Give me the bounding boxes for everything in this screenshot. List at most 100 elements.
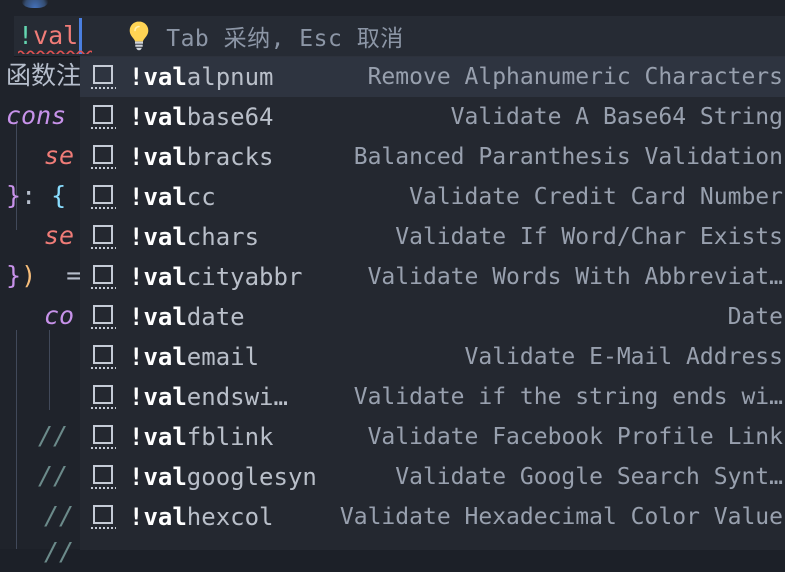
completion-item[interactable]: !valgooglesyn Validate Google Search Synt… (80, 457, 785, 497)
snippet-icon (91, 384, 117, 410)
completion-detail: Validate if the string ends wi… (354, 383, 785, 411)
code-token: { (51, 181, 66, 210)
completion-label-rest: bracks (187, 143, 274, 171)
completion-detail: Balanced Paranthesis Validation (354, 143, 785, 171)
completion-item[interactable]: !valemail Validate E-Mail Address (80, 337, 785, 377)
inline-suggestion-bar: !val Tab 采纳, Esc 取消 (14, 16, 785, 56)
completion-label-rest: cityabbr (187, 263, 303, 291)
code-token: // (38, 421, 68, 450)
completion-label-rest: googlesyn (187, 463, 317, 491)
code-token: // (44, 537, 74, 566)
completion-label-match: !val (129, 143, 187, 171)
code-line: }: { (6, 176, 66, 216)
completion-label-rest: fblink (187, 423, 274, 451)
lightbulb-icon[interactable] (126, 20, 152, 52)
completion-label-match: !val (129, 63, 187, 91)
completion-item[interactable]: !valfblink Validate Facebook Profile Link (80, 417, 785, 457)
completion-detail: Remove Alphanumeric Characters (368, 63, 785, 91)
completion-label: !valhexcol (129, 503, 274, 531)
snippet-icon (91, 264, 117, 290)
completion-detail: Date (728, 303, 785, 331)
typed-text-region[interactable]: !val (14, 16, 82, 56)
code-line: // (44, 496, 74, 536)
completion-label-match: !val (129, 223, 187, 251)
completion-label: !valalpnum (129, 63, 274, 91)
completion-item[interactable]: !valchars Validate If Word/Char Exists (80, 217, 785, 257)
completion-label-match: !val (129, 183, 187, 211)
completion-detail: Validate Words With Abbreviat… (368, 263, 785, 291)
completion-label-rest: date (187, 303, 245, 331)
completion-label-match: !val (129, 463, 187, 491)
completion-detail: Validate E-Mail Address (465, 343, 785, 371)
completion-label-rest: email (187, 343, 259, 371)
completion-label: !valcityabbr (129, 263, 302, 291)
completion-detail: Validate Facebook Profile Link (368, 423, 785, 451)
snippet-icon (91, 224, 117, 250)
typed-word: val (33, 21, 78, 50)
snippet-icon (91, 104, 117, 130)
completion-detail: Validate Google Search Synt… (395, 463, 785, 491)
hint-text: Tab 采纳, Esc 取消 (166, 19, 403, 53)
completion-label-rest: endswi… (187, 383, 288, 411)
snippet-icon (91, 64, 117, 90)
completion-detail: Validate A Base64 String (451, 103, 785, 131)
snippet-icon (91, 424, 117, 450)
snippet-icon (91, 464, 117, 490)
completion-detail: Validate Credit Card Number (409, 183, 785, 211)
completion-label: !valchars (129, 223, 259, 251)
completion-label-match: !val (129, 303, 187, 331)
completion-item[interactable]: !valbase64 Validate A Base64 String (80, 97, 785, 137)
completion-label-match: !val (129, 263, 187, 291)
code-token: 函数注 (6, 61, 81, 90)
completion-item[interactable]: !valalpnum Remove Alphanumeric Characters (80, 57, 785, 97)
completion-label: !valfblink (129, 423, 274, 451)
completion-label: !valemail (129, 343, 259, 371)
code-line: 函数注 (6, 56, 81, 96)
snippet-icon (91, 304, 117, 330)
code-token: co (44, 301, 74, 330)
completion-item[interactable]: !valdate Date (80, 297, 785, 337)
completion-label-rest: hexcol (187, 503, 274, 531)
typed-prefix: ! (18, 21, 33, 50)
completion-label: !valbase64 (129, 103, 274, 131)
code-line: // (38, 416, 68, 456)
code-token: = (36, 261, 81, 290)
code-token: se (44, 141, 74, 170)
code-token: } (6, 261, 21, 290)
code-token: // (44, 501, 74, 530)
completion-label-rest: base64 (187, 103, 274, 131)
completion-label: !valbracks (129, 143, 274, 171)
code-line: se (44, 136, 74, 176)
completion-label-rest: chars (187, 223, 259, 251)
completion-detail: Validate Hexadecimal Color Value (340, 503, 785, 531)
completion-detail: Validate If Word/Char Exists (395, 223, 785, 251)
completion-label-rest: cc (187, 183, 216, 211)
code-token: se (44, 221, 74, 250)
code-line: cons (6, 96, 66, 136)
completion-item[interactable]: !valendswi… Validate if the string ends w… (80, 377, 785, 417)
completion-label: !valdate (129, 303, 245, 331)
completion-label-match: !val (129, 343, 187, 371)
cut-off-ui-fragment (22, 0, 48, 8)
code-token: // (38, 461, 68, 490)
completion-popup[interactable]: !valalpnumRemove Alphanumeric Characters… (80, 56, 785, 550)
code-line: se (44, 216, 74, 256)
completion-label: !valcc (129, 183, 216, 211)
error-squiggle-underline (18, 49, 92, 54)
code-line: // (38, 456, 68, 496)
completion-item[interactable]: !valcityabbr Validate Words With Abbrevia… (80, 257, 785, 297)
code-line: co (44, 296, 74, 336)
indent-guide (16, 330, 17, 549)
completion-item[interactable]: !valcc Validate Credit Card Number (80, 177, 785, 217)
completion-item[interactable]: !valbracks Balanced Paranthesis Validatio… (80, 137, 785, 177)
completion-label-match: !val (129, 103, 187, 131)
completion-label-rest: alpnum (187, 63, 274, 91)
code-line: }) = (6, 256, 81, 296)
code-line: // (44, 532, 74, 572)
snippet-icon (91, 504, 117, 530)
completion-label-match: !val (129, 503, 187, 531)
code-token: ) (21, 261, 36, 290)
snippet-icon (91, 144, 117, 170)
completion-item[interactable]: !valhexcol Validate Hexadecimal Color Val… (80, 497, 785, 537)
completion-label-match: !val (129, 383, 187, 411)
